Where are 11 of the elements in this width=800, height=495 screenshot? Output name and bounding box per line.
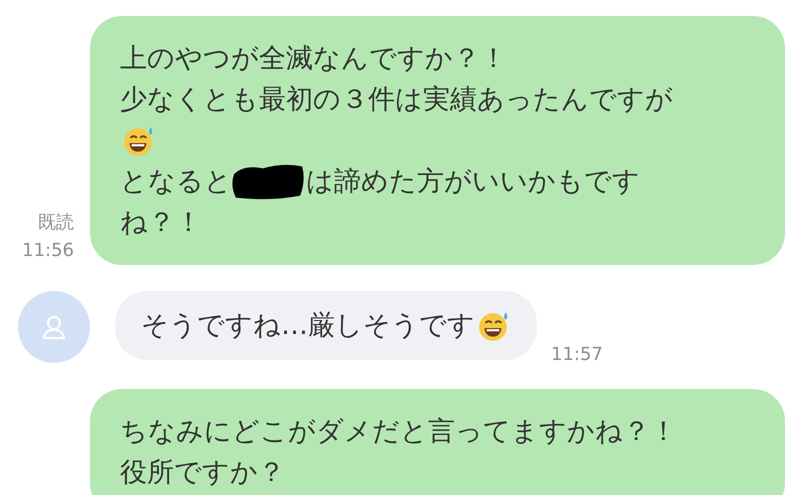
message-text: は諦めた方がいいかもです xyxy=(306,165,640,199)
read-receipt: 既読 xyxy=(38,211,74,235)
message-text: となると xyxy=(120,165,232,199)
message-text: ちなみにどこがダメだと言ってますかね？！ xyxy=(120,415,677,449)
message-time: 11:56 xyxy=(22,239,74,263)
message-text: 上のやつが全滅なんですか？！ xyxy=(120,42,507,76)
message-text: 役所ですか？ xyxy=(120,456,285,490)
message-text: ね？！ xyxy=(120,206,202,240)
message-text: そうですね…厳しそうです xyxy=(141,309,475,343)
message-text: 少なくとも最初の３件は実績あったんですが xyxy=(120,83,673,117)
message-time: 11:57 xyxy=(551,343,603,367)
